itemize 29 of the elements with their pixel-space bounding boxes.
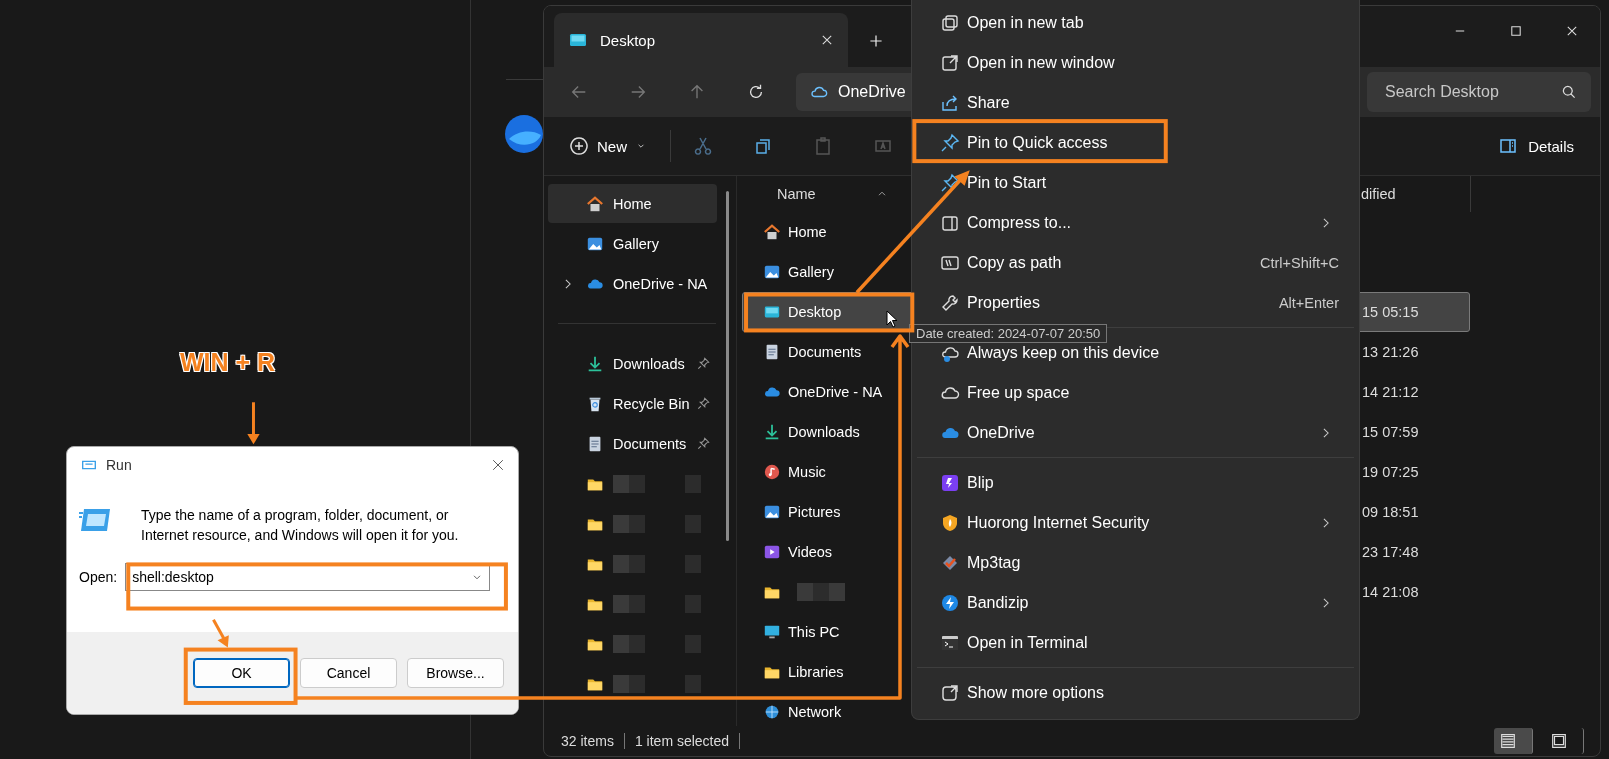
status-text: 32 items: [561, 733, 625, 749]
file-name: OneDrive - NA: [788, 384, 883, 400]
file-name: Libraries: [788, 664, 844, 680]
dialog-message: Type the name of a program, folder, document, or Internet resource, and Windows will open it for you.: [141, 506, 460, 545]
file-name: Desktop: [788, 304, 842, 320]
field-label: Open:: [79, 569, 118, 585]
date-modified: 15 07:59: [1362, 424, 1419, 440]
date-modified: 19 07:25: [1362, 464, 1419, 480]
dialog-title: Run: [106, 457, 132, 473]
file-name: Home: [788, 224, 827, 240]
date-modified: 09 18:51: [1362, 504, 1419, 520]
file-name: Music: [788, 464, 826, 480]
file-name: Documents: [788, 344, 862, 360]
date-modified: 13 21:26: [1362, 344, 1419, 360]
date-modified: 14 21:12: [1362, 384, 1419, 400]
status-text: 1 item selected: [634, 733, 741, 749]
tooltip: Date created: 2024-07-07 20:50: [909, 324, 1108, 343]
file-name: Downloads: [788, 424, 860, 440]
file-name: Videos: [788, 544, 833, 560]
file-name: Gallery: [788, 264, 834, 280]
shortcut-text: Alt+Enter: [1278, 295, 1339, 311]
file-name: Network: [788, 704, 842, 720]
file-name: Pictures: [788, 504, 841, 520]
date-modified: 23 17:48: [1362, 544, 1419, 560]
date-modified: 15 05:15: [1362, 304, 1419, 320]
file-name: This PC: [788, 624, 840, 640]
shortcut-text: Ctrl+Shift+C: [1260, 255, 1339, 271]
date-modified: 14 21:08: [1362, 584, 1419, 600]
shortcut-label: WIN + R: [180, 348, 276, 377]
